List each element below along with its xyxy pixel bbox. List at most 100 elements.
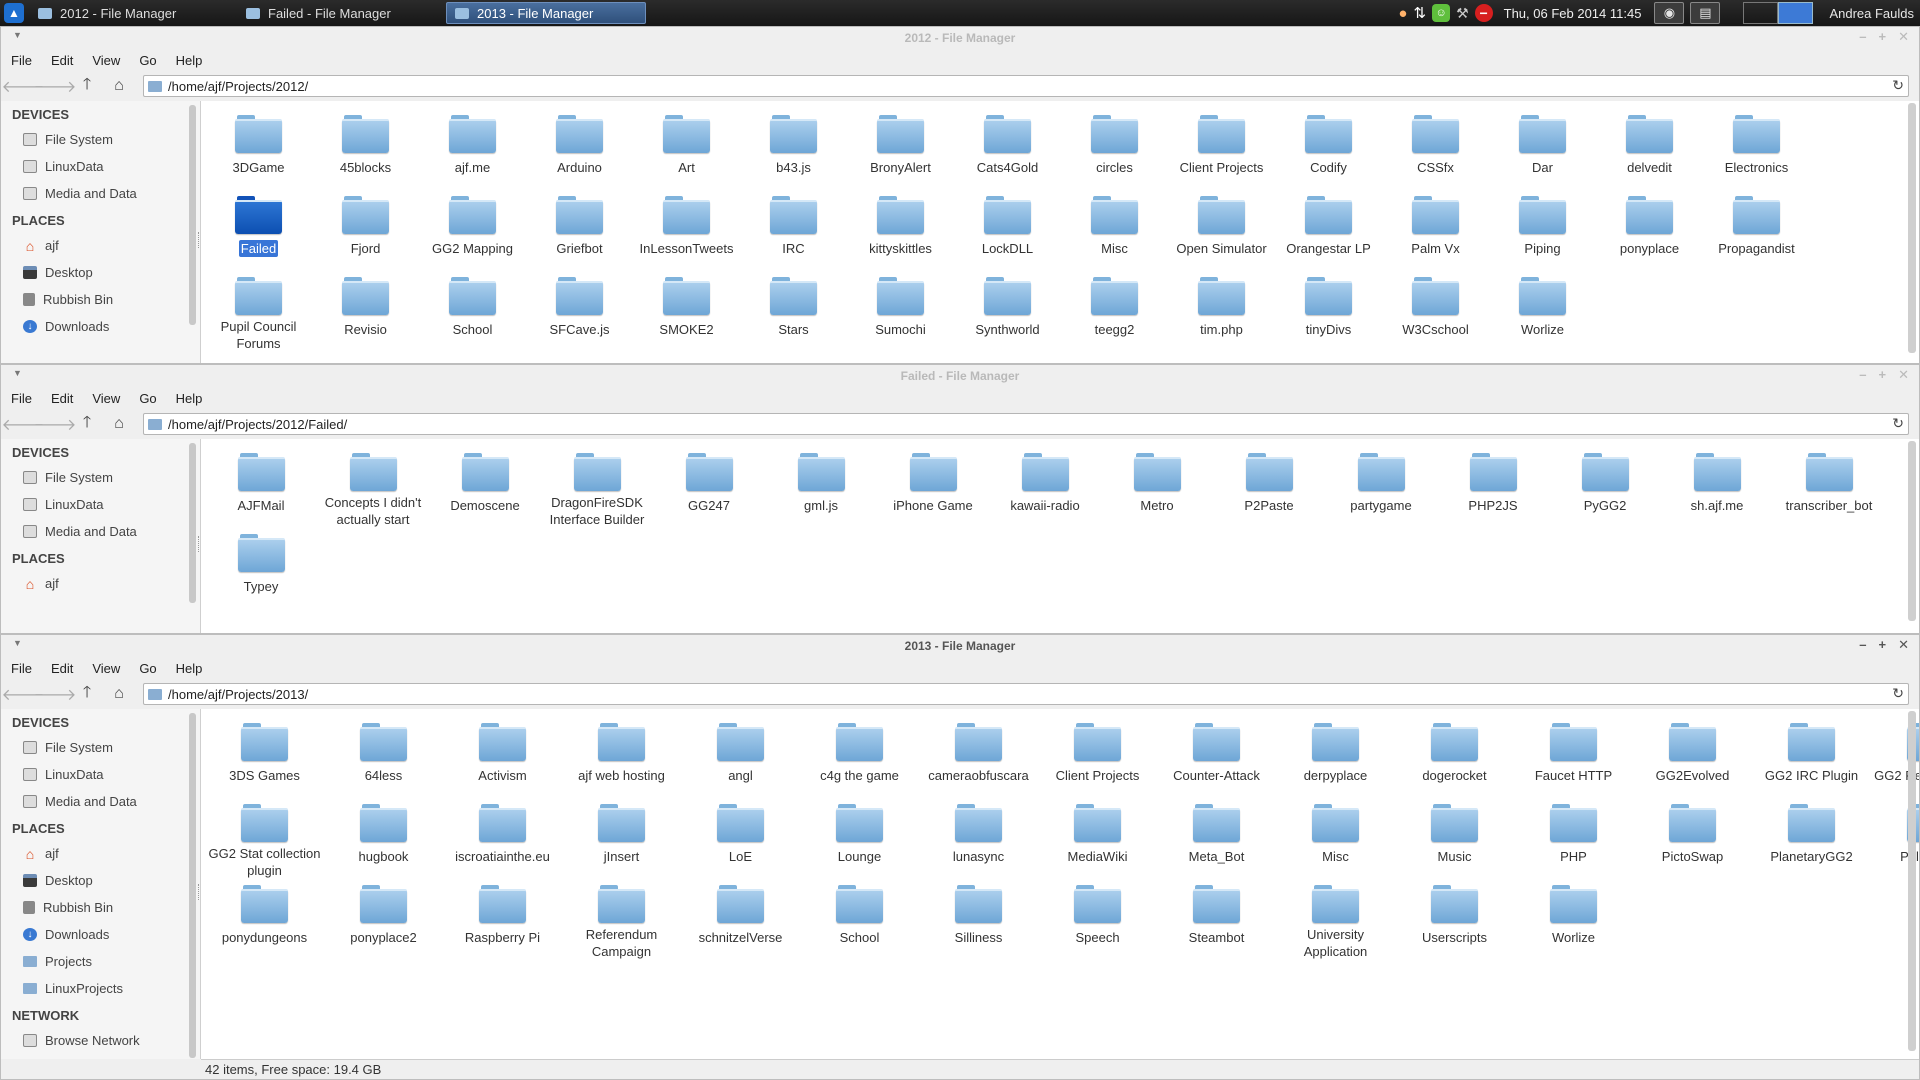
menu-edit[interactable]: Edit bbox=[51, 53, 73, 68]
sidebar-item-media-and-data[interactable]: Media and Data bbox=[1, 788, 200, 815]
sidebar-item-desktop[interactable]: Desktop bbox=[1, 867, 200, 894]
workspace-switcher[interactable] bbox=[1743, 2, 1814, 24]
menu-help[interactable]: Help bbox=[176, 391, 203, 406]
folder-item[interactable]: Concepts I didn't actually start bbox=[317, 447, 429, 528]
folder-item[interactable]: Propagandist bbox=[1703, 190, 1810, 271]
location-bar[interactable]: /home/ajf/Projects/2012/Failed/ ↻ bbox=[143, 413, 1909, 435]
folder-item[interactable]: Open Simulator bbox=[1168, 190, 1275, 271]
sidebar-item-rubbish-bin[interactable]: Rubbish Bin bbox=[1, 894, 200, 921]
folder-item[interactable]: Revisio bbox=[312, 271, 419, 352]
close-icon[interactable]: ✕ bbox=[1898, 29, 1909, 45]
folder-item[interactable]: iscroatiainthe.eu bbox=[443, 798, 562, 879]
folder-item[interactable]: GG2 Mapping bbox=[419, 190, 526, 271]
location-path[interactable]: /home/ajf/Projects/2012/Failed/ bbox=[168, 417, 347, 432]
forward-icon[interactable]: 🡒 bbox=[34, 682, 77, 706]
folder-item[interactable]: Failed bbox=[205, 190, 312, 271]
taskbar-item-failed[interactable]: Failed - File Manager bbox=[238, 2, 438, 24]
folder-item[interactable]: LoE bbox=[681, 798, 800, 879]
folder-item[interactable]: Cats4Gold bbox=[954, 109, 1061, 190]
folder-item[interactable]: Pupil Council Forums bbox=[205, 271, 312, 352]
folder-item[interactable]: circles bbox=[1061, 109, 1168, 190]
folder-item[interactable]: ponyplace bbox=[1596, 190, 1703, 271]
folder-item[interactable]: partygame bbox=[1325, 447, 1437, 528]
sidebar-scrollbar[interactable] bbox=[189, 443, 196, 603]
sidebar-item-ajf[interactable]: ⌂ ajf bbox=[1, 232, 200, 259]
folder-item[interactable]: GG2Evolved bbox=[1633, 717, 1752, 798]
folder-item[interactable]: Steambot bbox=[1157, 879, 1276, 960]
folder-item[interactable]: School bbox=[419, 271, 526, 352]
window-menu-icon[interactable]: ▼ bbox=[13, 30, 22, 40]
folder-item[interactable]: kawaii-radio bbox=[989, 447, 1101, 528]
home-icon[interactable]: ⌂ bbox=[107, 74, 131, 98]
folder-item[interactable]: Speech bbox=[1038, 879, 1157, 960]
folder-item[interactable]: W3Cschool bbox=[1382, 271, 1489, 352]
folder-item[interactable]: CSSfx bbox=[1382, 109, 1489, 190]
folder-item[interactable]: Metro bbox=[1101, 447, 1213, 528]
folder-item[interactable]: 3DGame bbox=[205, 109, 312, 190]
workspace-1[interactable] bbox=[1743, 2, 1779, 24]
folder-item[interactable]: Meta_Bot bbox=[1157, 798, 1276, 879]
folder-item[interactable]: GG2 Stat collection plugin bbox=[205, 798, 324, 879]
folder-item[interactable]: Synthworld bbox=[954, 271, 1061, 352]
close-icon[interactable]: ✕ bbox=[1898, 367, 1909, 383]
sidebar-item-linuxdata[interactable]: LinuxData bbox=[1, 491, 200, 518]
folder-item[interactable]: iPhone Game bbox=[877, 447, 989, 528]
folder-item[interactable]: sh.ajf.me bbox=[1661, 447, 1773, 528]
folder-item[interactable]: Misc bbox=[1276, 798, 1395, 879]
folder-item[interactable]: Userscripts bbox=[1395, 879, 1514, 960]
folder-item[interactable]: GG2 IRC Plugin bbox=[1752, 717, 1871, 798]
back-icon[interactable]: 🡐 bbox=[2, 74, 45, 98]
menu-help[interactable]: Help bbox=[176, 661, 203, 676]
folder-item[interactable]: Codify bbox=[1275, 109, 1382, 190]
folder-item[interactable]: ponydungeons bbox=[205, 879, 324, 960]
folder-item[interactable]: MediaWiki bbox=[1038, 798, 1157, 879]
folder-item[interactable]: BronyAlert bbox=[847, 109, 954, 190]
maximize-icon[interactable]: + bbox=[1879, 29, 1887, 45]
window-titlebar[interactable]: ▼ 2013 - File Manager – + ✕ bbox=[1, 635, 1919, 657]
folder-item[interactable]: Music bbox=[1395, 798, 1514, 879]
folder-item[interactable]: GG247 bbox=[653, 447, 765, 528]
folder-item[interactable]: Worlize bbox=[1489, 271, 1596, 352]
menu-go[interactable]: Go bbox=[139, 53, 156, 68]
menu-edit[interactable]: Edit bbox=[51, 661, 73, 676]
reload-icon[interactable]: ↻ bbox=[1892, 77, 1904, 94]
menu-edit[interactable]: Edit bbox=[51, 391, 73, 406]
folder-item[interactable]: c4g the game bbox=[800, 717, 919, 798]
menu-view[interactable]: View bbox=[92, 661, 120, 676]
folder-item[interactable]: schnitzelVerse bbox=[681, 879, 800, 960]
folder-item[interactable]: Arduino bbox=[526, 109, 633, 190]
window-titlebar[interactable]: ▼ 2012 - File Manager – + ✕ bbox=[1, 27, 1919, 49]
folder-item[interactable]: PictoSwap bbox=[1633, 798, 1752, 879]
folder-item[interactable]: Silliness bbox=[919, 879, 1038, 960]
chat-icon[interactable]: ☺ bbox=[1432, 4, 1451, 22]
folder-item[interactable]: Griefbot bbox=[526, 190, 633, 271]
menu-go[interactable]: Go bbox=[139, 391, 156, 406]
folder-item[interactable]: jInsert bbox=[562, 798, 681, 879]
folder-item[interactable]: PyGG2 bbox=[1549, 447, 1661, 528]
app-menu-icon[interactable]: ▲ bbox=[4, 3, 24, 23]
folder-item[interactable]: Raspberry Pi bbox=[443, 879, 562, 960]
taskbar-item-2012[interactable]: 2012 - File Manager bbox=[30, 2, 230, 24]
sidebar-item-ajf[interactable]: ⌂ ajf bbox=[1, 570, 200, 597]
sidebar-item-linuxdata[interactable]: LinuxData bbox=[1, 761, 200, 788]
folder-item[interactable]: Lounge bbox=[800, 798, 919, 879]
back-icon[interactable]: 🡐 bbox=[2, 682, 45, 706]
folder-item[interactable]: Referendum Campaign bbox=[562, 879, 681, 960]
sidebar-item-downloads[interactable]: ↓ Downloads bbox=[1, 921, 200, 948]
tool-icon[interactable]: ⚒ bbox=[1456, 5, 1469, 22]
folder-item[interactable]: DragonFireSDK Interface Builder bbox=[541, 447, 653, 528]
home-icon[interactable]: ⌂ bbox=[107, 412, 131, 436]
folder-item[interactable]: Activism bbox=[443, 717, 562, 798]
folder-item[interactable]: Art bbox=[633, 109, 740, 190]
sidebar-item-downloads[interactable]: ↓ Downloads bbox=[1, 313, 200, 340]
location-path[interactable]: /home/ajf/Projects/2013/ bbox=[168, 687, 308, 702]
network-transfer-icon[interactable]: ⇅ bbox=[1413, 4, 1426, 22]
workspace-2[interactable] bbox=[1778, 2, 1814, 24]
folder-item[interactable]: SMOKE2 bbox=[633, 271, 740, 352]
user-name[interactable]: Andrea Faulds bbox=[1829, 6, 1914, 21]
folder-item[interactable]: University Application bbox=[1276, 879, 1395, 960]
vertical-scrollbar[interactable] bbox=[1908, 103, 1916, 353]
up-icon[interactable]: 🡑 bbox=[75, 682, 99, 706]
folder-item[interactable]: Piping bbox=[1489, 190, 1596, 271]
minimize-icon[interactable]: – bbox=[1859, 29, 1866, 45]
